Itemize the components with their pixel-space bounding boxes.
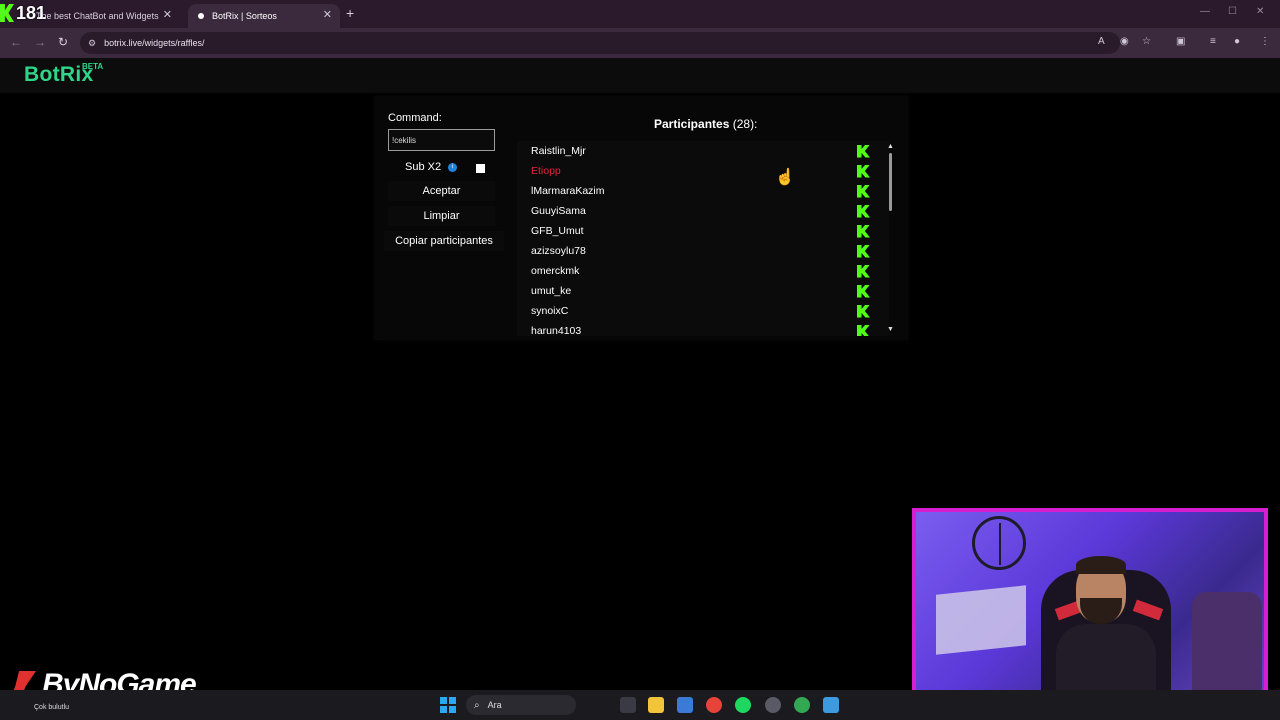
kick-icon: [857, 284, 870, 298]
hand-cursor-icon: ☝: [775, 169, 795, 186]
kick-icon: [857, 144, 870, 158]
beta-badge: BETA: [82, 62, 104, 71]
scroll-up-icon[interactable]: ▲: [887, 143, 894, 150]
list-item: synoixC: [531, 301, 871, 321]
xbox-icon[interactable]: [794, 697, 810, 713]
sub-x2-label: Sub X2: [405, 161, 442, 173]
spotify-icon[interactable]: [735, 697, 751, 713]
participant-name: synoixC: [531, 305, 569, 317]
window-close-icon[interactable]: ✕: [1256, 6, 1264, 17]
copy-participants-button[interactable]: Copiar participantes: [384, 231, 504, 251]
list-item: azizsoylu78: [531, 241, 871, 261]
accept-button[interactable]: Aceptar: [388, 181, 495, 201]
participants-count: (28):: [732, 117, 758, 131]
wall-clock: [972, 516, 1026, 570]
sub-x2-row: Sub X2 i: [405, 161, 458, 173]
participant-name: omerckmk: [531, 265, 580, 277]
sub-x2-checkbox[interactable]: [476, 164, 485, 173]
scroll-down-icon[interactable]: ▼: [887, 326, 894, 333]
store-icon[interactable]: [677, 697, 693, 713]
tab-title: The best ChatBot and Widgets: [36, 11, 159, 21]
scroll-thumb[interactable]: [889, 153, 892, 211]
raffle-panel: Command: Sub X2 i Aceptar Limpiar Copiar…: [374, 96, 908, 340]
chrome-icon[interactable]: [706, 697, 722, 713]
background-armchair: [1192, 592, 1262, 702]
notepad-icon[interactable]: [823, 697, 839, 713]
info-icon[interactable]: i: [448, 162, 458, 172]
list-item: omerckmk: [531, 261, 871, 281]
clear-button[interactable]: Limpiar: [388, 206, 495, 226]
list-scrollbar[interactable]: ▲ ▼: [886, 141, 896, 336]
botrix-favicon-icon: [198, 13, 204, 19]
participants-title-text: Participantes: [654, 117, 730, 131]
kick-icon: [857, 184, 870, 198]
kick-logo-icon: [0, 4, 14, 22]
webcam-overlay: ✦: [912, 508, 1268, 708]
list-item: umut_ke: [531, 281, 871, 301]
participant-name: lMarmaraKazim: [531, 185, 605, 197]
streamer-hair: [1076, 556, 1126, 574]
list-item: GuuyiSama: [531, 201, 871, 221]
site-header: BotRix BETA: [0, 58, 1280, 93]
command-label: Command:: [388, 112, 442, 124]
participants-title: Participantes (28):: [654, 117, 757, 131]
participant-name: GuuyiSama: [531, 205, 586, 217]
task-view-icon[interactable]: [620, 697, 636, 713]
participants-list[interactable]: Raistlin_Mjr Etiopp lMarmaraKazim GuuyiS…: [517, 141, 889, 336]
reload-icon[interactable]: ↻: [58, 35, 68, 49]
windows-start-icon[interactable]: [440, 697, 456, 713]
list-item: harun4103: [531, 321, 871, 336]
background-monitor: [936, 585, 1026, 655]
forward-icon[interactable]: →: [34, 35, 46, 49]
url-field[interactable]: ⚙ botrix.live/widgets/raffles/: [80, 32, 1120, 54]
browser-tab-bar: 181 The best ChatBot and Widgets ✕ BotRi…: [0, 0, 1280, 28]
translate-icon[interactable]: A: [1098, 36, 1105, 47]
participant-name: Raistlin_Mjr: [531, 145, 586, 157]
minimize-icon[interactable]: —: [1200, 6, 1210, 17]
participant-name: azizsoylu78: [531, 245, 586, 257]
profile-icon[interactable]: ●: [1234, 36, 1240, 47]
menu-icon[interactable]: ⋮: [1260, 36, 1270, 47]
kick-icon: [857, 164, 870, 178]
list-item: GFB_Umut: [531, 221, 871, 241]
participant-name: umut_ke: [531, 285, 572, 297]
participant-name: harun4103: [531, 325, 582, 336]
tab-title: BotRix | Sorteos: [212, 11, 277, 21]
file-explorer-icon[interactable]: [648, 697, 664, 713]
tab-chatbot[interactable]: The best ChatBot and Widgets ✕: [28, 4, 180, 28]
maximize-icon[interactable]: ☐: [1228, 6, 1237, 17]
kick-icon: [857, 244, 870, 258]
address-bar: ← → ↻ ⚙ botrix.live/widgets/raffles/ A ◉…: [0, 28, 1280, 58]
taskbar: ⌕ Ara: [0, 690, 1280, 720]
participant-name: GFB_Umut: [531, 225, 584, 237]
close-icon[interactable]: ✕: [323, 8, 332, 21]
list-item: Raistlin_Mjr: [531, 141, 871, 161]
kick-icon: [857, 264, 870, 278]
kick-icon: [857, 204, 870, 218]
app-icon[interactable]: [765, 697, 781, 713]
participant-name: Etiopp: [531, 165, 561, 177]
back-icon[interactable]: ←: [10, 35, 22, 49]
eye-off-icon[interactable]: ◉: [1120, 36, 1129, 47]
kick-icon: [857, 304, 870, 318]
search-icon: ⌕: [474, 699, 480, 711]
url-text: botrix.live/widgets/raffles/: [104, 38, 205, 48]
close-icon[interactable]: ✕: [163, 8, 172, 21]
kick-icon: [857, 224, 870, 238]
star-icon[interactable]: ☆: [1142, 36, 1151, 47]
command-input[interactable]: [388, 129, 495, 151]
list-item: Etiopp: [531, 161, 871, 181]
weather-text: Çok bulutlu: [34, 704, 70, 711]
kick-icon: [857, 324, 870, 336]
site-info-icon[interactable]: ⚙: [88, 38, 96, 49]
new-tab-icon[interactable]: +: [346, 5, 354, 21]
search-placeholder: Ara: [487, 700, 502, 710]
tab-search-icon[interactable]: ≡: [1210, 36, 1216, 47]
extensions-icon[interactable]: ▣: [1176, 36, 1185, 47]
taskbar-search[interactable]: ⌕ Ara: [466, 695, 576, 715]
tab-botrix-sorteos[interactable]: BotRix | Sorteos ✕: [188, 4, 340, 28]
list-item: lMarmaraKazim: [531, 181, 871, 201]
